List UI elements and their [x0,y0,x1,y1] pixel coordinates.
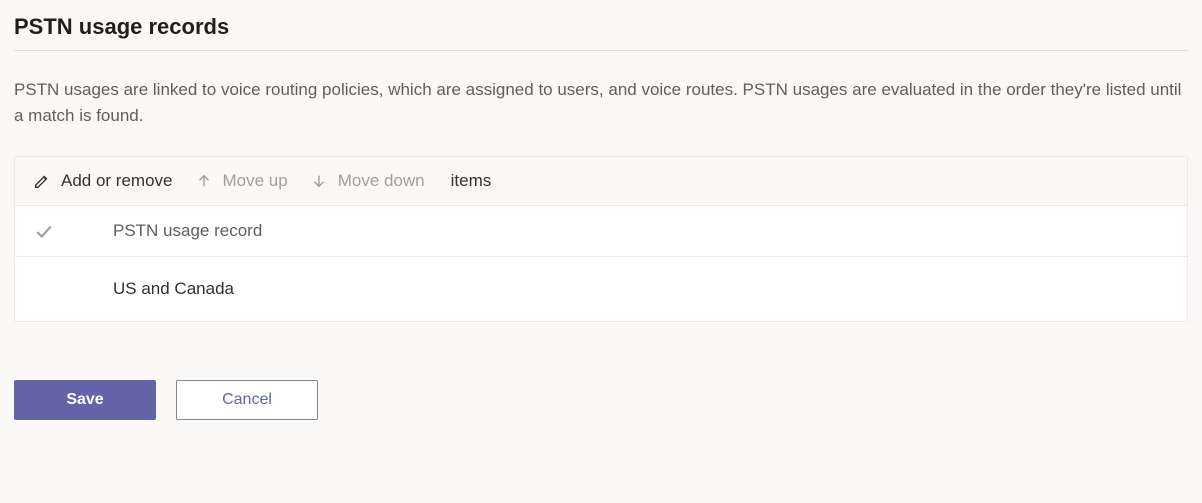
arrow-up-icon [195,172,213,190]
save-button[interactable]: Save [14,380,156,420]
select-all-column[interactable] [33,220,113,242]
toolbar: Add or remove Move up Move down items [15,157,1187,206]
add-or-remove-button[interactable]: Add or remove [33,171,173,191]
table-row[interactable]: US and Canada [15,257,1187,321]
move-down-label: Move down [338,171,425,191]
checkmark-icon [33,220,55,242]
column-header-name: PSTN usage record [113,221,1169,241]
move-up-label: Move up [223,171,288,191]
items-count-label: items [451,171,492,191]
move-down-button[interactable]: Move down [310,171,425,191]
arrow-down-icon [310,172,328,190]
cancel-button[interactable]: Cancel [176,380,318,420]
move-up-button[interactable]: Move up [195,171,288,191]
page-description: PSTN usages are linked to voice routing … [14,77,1188,128]
add-or-remove-label: Add or remove [61,171,173,191]
records-panel: Add or remove Move up Move down items PS… [14,156,1188,322]
table-header: PSTN usage record [15,206,1187,257]
pencil-icon [33,172,51,190]
footer-actions: Save Cancel [14,380,1188,420]
row-name: US and Canada [113,279,1169,299]
page-title: PSTN usage records [14,14,1188,51]
